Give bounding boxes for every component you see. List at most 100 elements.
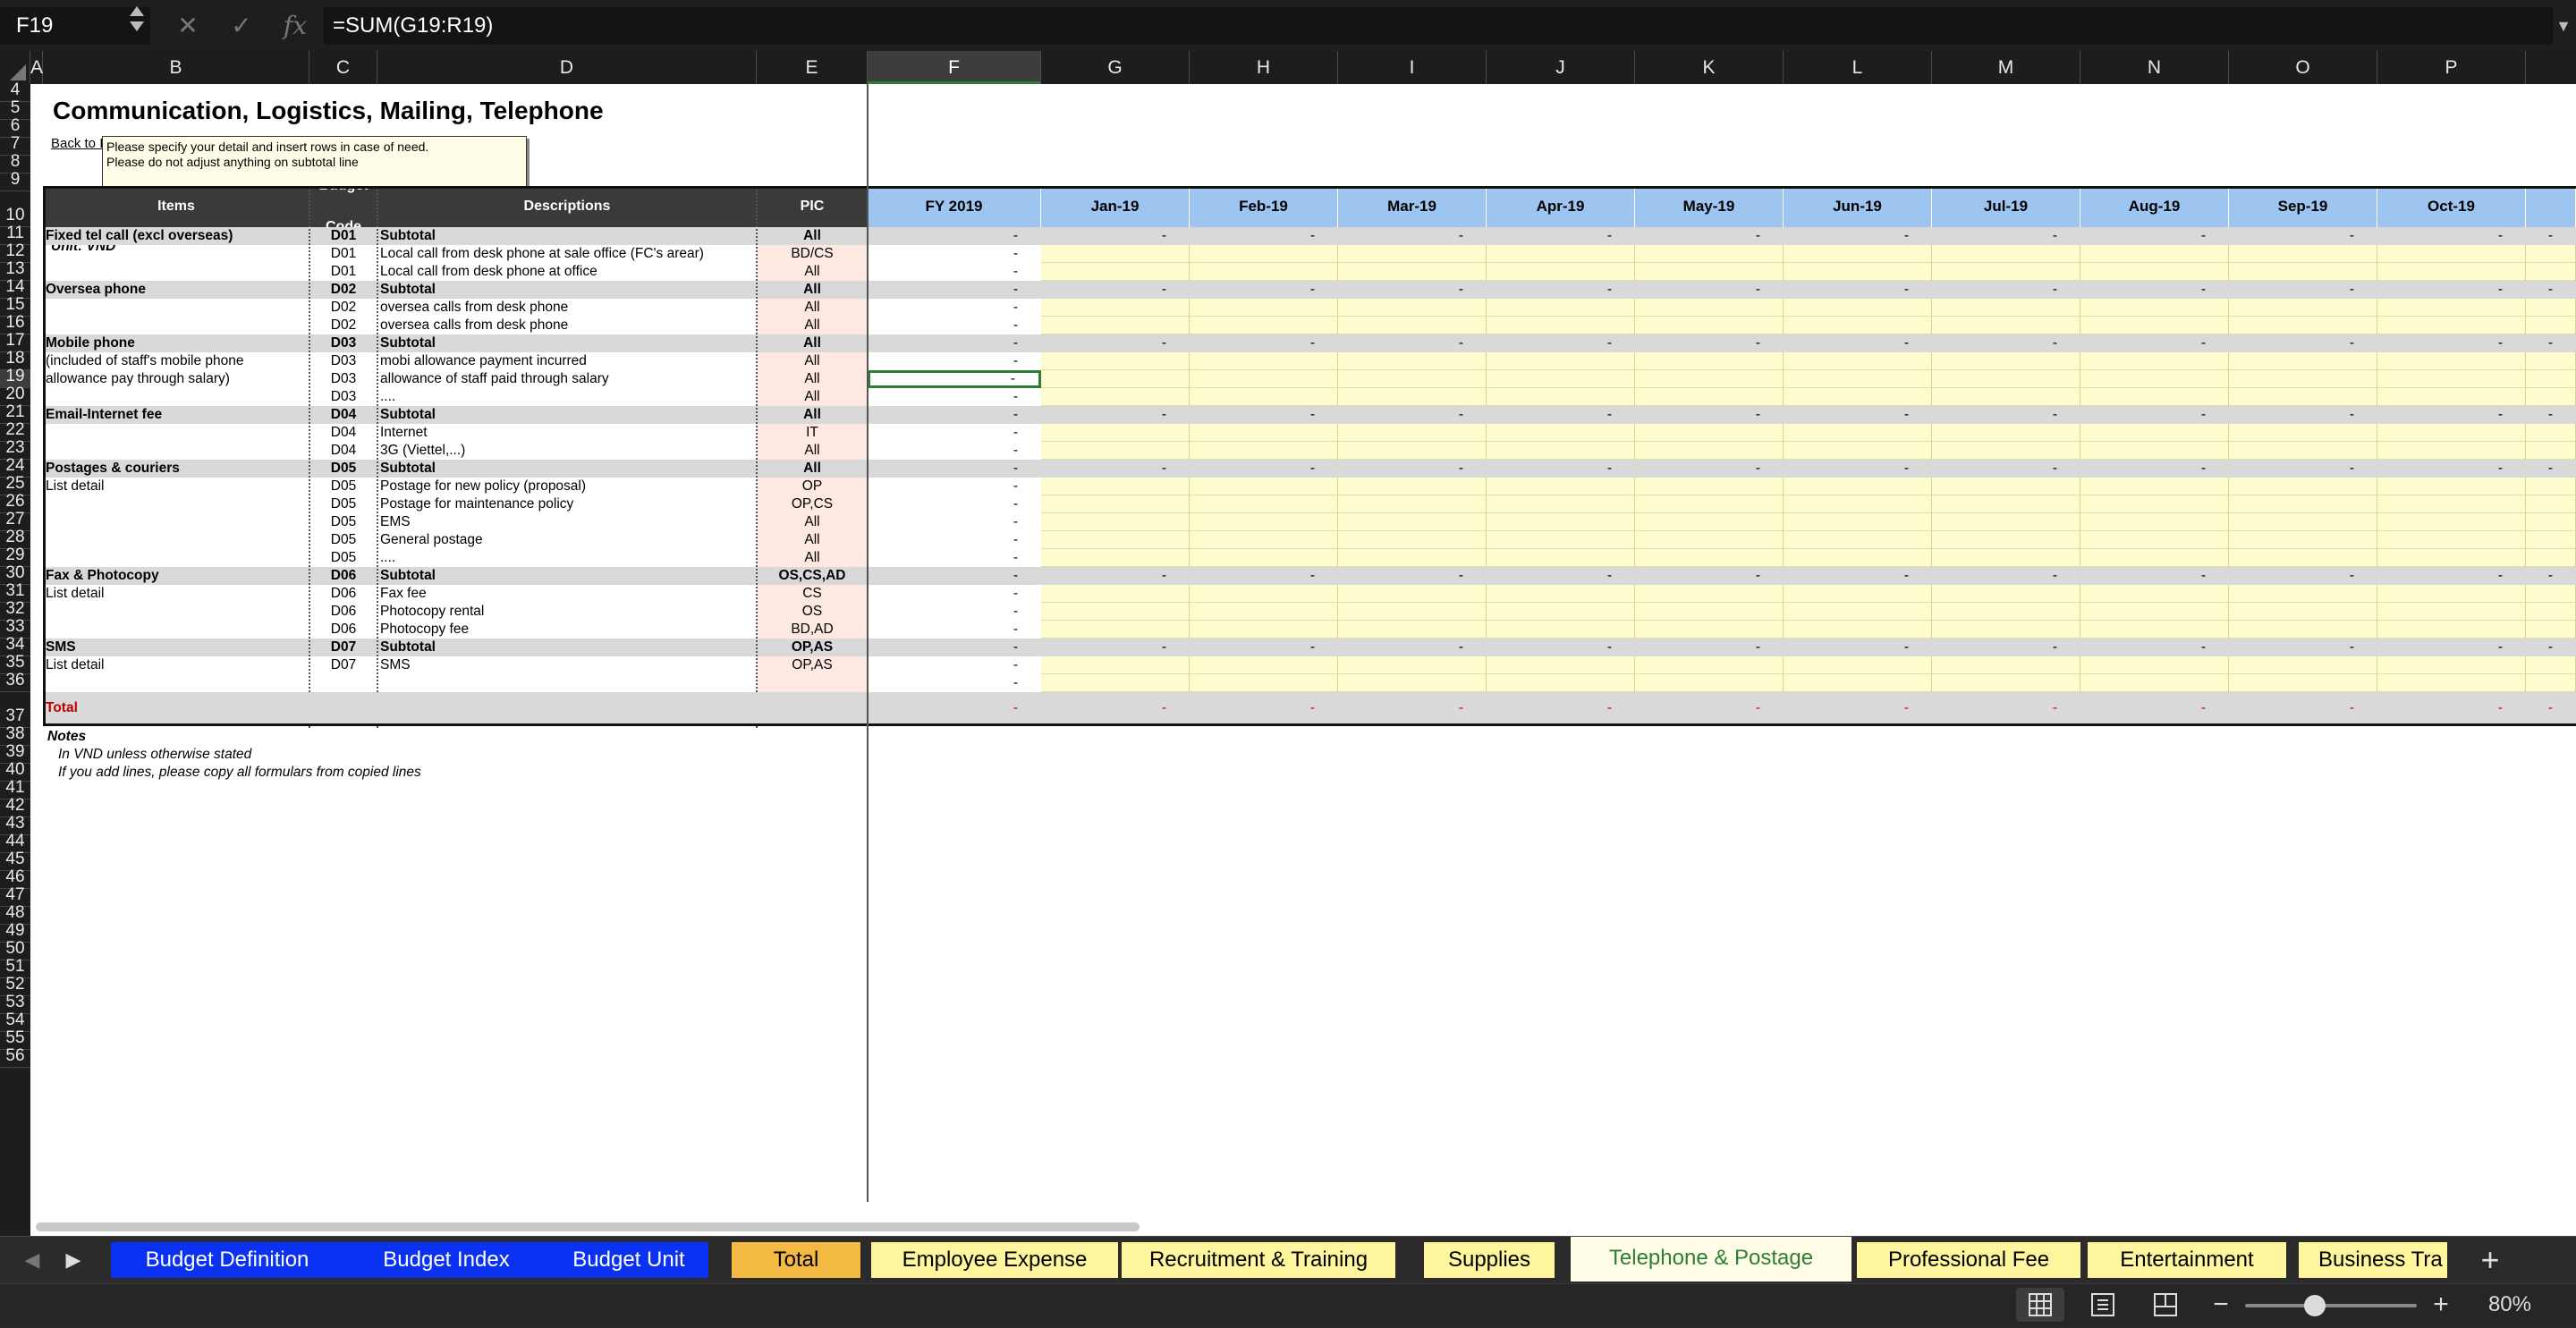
month-input-cell[interactable] — [1784, 263, 1932, 281]
month-input-cell[interactable] — [1784, 352, 1932, 370]
column-header-e[interactable]: E — [757, 51, 868, 84]
month-input-cell[interactable] — [2377, 388, 2526, 406]
pic-cell[interactable]: BD,AD — [757, 621, 868, 639]
description-cell[interactable]: oversea calls from desk phone — [377, 317, 757, 334]
month-subtotal-cell[interactable]: - — [1487, 567, 1635, 585]
month-input-cell[interactable] — [1635, 317, 1784, 334]
column-header-a[interactable]: A — [30, 51, 43, 84]
month-input-cell[interactable] — [2377, 352, 2526, 370]
description-cell[interactable]: SMS — [377, 656, 757, 674]
column-header-j[interactable]: J — [1487, 51, 1635, 84]
month-input-cell[interactable] — [1338, 656, 1487, 674]
fy-cell[interactable]: - — [868, 513, 1041, 531]
month-input-cell[interactable] — [1487, 299, 1635, 317]
month-input-cell[interactable] — [2080, 656, 2229, 674]
description-cell[interactable]: Photocopy rental — [377, 603, 757, 621]
month-input-cell[interactable] — [2526, 352, 2576, 370]
month-input-cell[interactable] — [2526, 674, 2576, 692]
month-input-cell[interactable] — [1487, 603, 1635, 621]
month-input-cell[interactable] — [1190, 674, 1338, 692]
fy-cell[interactable]: - — [868, 567, 1041, 585]
month-input-cell[interactable] — [2377, 245, 2526, 263]
month-input-cell[interactable] — [1932, 549, 2080, 567]
item-cell[interactable] — [43, 299, 309, 317]
month-input-cell[interactable] — [2526, 370, 2576, 388]
item-cell[interactable]: allowance pay through salary) — [43, 370, 309, 388]
month-subtotal-cell[interactable]: - — [2377, 227, 2526, 245]
month-input-cell[interactable] — [1338, 352, 1487, 370]
description-cell[interactable]: mobi allowance payment incurred — [377, 352, 757, 370]
month-subtotal-cell[interactable]: - — [2526, 281, 2576, 299]
description-cell[interactable]: Postage for new policy (proposal) — [377, 478, 757, 495]
fy-cell[interactable]: - — [868, 245, 1041, 263]
fy-cell[interactable]: - — [868, 585, 1041, 603]
month-input-cell[interactable] — [1784, 656, 1932, 674]
month-input-cell[interactable] — [2377, 495, 2526, 513]
month-input-cell[interactable] — [1190, 388, 1338, 406]
month-input-cell[interactable] — [1487, 621, 1635, 639]
month-input-cell[interactable] — [1635, 549, 1784, 567]
item-cell[interactable] — [43, 513, 309, 531]
pic-cell[interactable]: All — [757, 299, 868, 317]
pic-cell[interactable]: OP — [757, 478, 868, 495]
month-input-cell[interactable] — [1635, 245, 1784, 263]
month-input-cell[interactable] — [1190, 513, 1338, 531]
column-header-o[interactable]: O — [2229, 51, 2377, 84]
description-cell[interactable]: Internet — [377, 424, 757, 442]
month-input-cell[interactable] — [1932, 531, 2080, 549]
month-input-cell[interactable] — [1932, 656, 2080, 674]
month-subtotal-cell[interactable]: - — [1041, 227, 1190, 245]
fy-cell[interactable]: - — [868, 352, 1041, 370]
sheet-tab[interactable]: Recruitment & Training — [1122, 1242, 1395, 1278]
month-input-cell[interactable] — [2229, 370, 2377, 388]
month-input-cell[interactable] — [1487, 478, 1635, 495]
row-header-10[interactable]: 10 — [0, 191, 30, 227]
month-input-cell[interactable] — [1041, 603, 1190, 621]
month-subtotal-cell[interactable]: - — [1635, 567, 1784, 585]
month-input-cell[interactable] — [1041, 317, 1190, 334]
pic-cell[interactable]: OP,AS — [757, 656, 868, 674]
item-cell[interactable]: Oversea phone — [43, 281, 309, 299]
month-input-cell[interactable] — [1784, 513, 1932, 531]
month-input-cell[interactable] — [2377, 585, 2526, 603]
month-input-cell[interactable] — [2526, 317, 2576, 334]
pic-cell[interactable]: All — [757, 227, 868, 245]
fy-cell[interactable]: - — [868, 531, 1041, 549]
month-input-cell[interactable] — [2229, 513, 2377, 531]
month-input-cell[interactable] — [1190, 531, 1338, 549]
description-cell[interactable]: Subtotal — [377, 281, 757, 299]
month-input-cell[interactable] — [1635, 442, 1784, 460]
month-input-cell[interactable] — [1041, 424, 1190, 442]
pic-cell[interactable]: OS — [757, 603, 868, 621]
month-input-cell[interactable] — [1635, 352, 1784, 370]
month-input-cell[interactable] — [1487, 352, 1635, 370]
month-input-cell[interactable] — [2526, 585, 2576, 603]
month-subtotal-cell[interactable]: - — [1487, 227, 1635, 245]
month-input-cell[interactable] — [1932, 603, 2080, 621]
month-input-cell[interactable] — [1338, 531, 1487, 549]
pic-cell[interactable]: All — [757, 370, 868, 388]
month-input-cell[interactable] — [1338, 388, 1487, 406]
month-subtotal-cell[interactable]: - — [2229, 281, 2377, 299]
month-subtotal-cell[interactable]: - — [1487, 639, 1635, 656]
month-input-cell[interactable] — [1190, 317, 1338, 334]
month-subtotal-cell[interactable]: - — [2526, 567, 2576, 585]
month-input-cell[interactable] — [2377, 549, 2526, 567]
month-input-cell[interactable] — [1190, 478, 1338, 495]
month-input-cell[interactable] — [2229, 478, 2377, 495]
month-input-cell[interactable] — [1487, 585, 1635, 603]
total-month-cell[interactable]: - — [2229, 692, 2377, 724]
row-header-56[interactable]: 56 — [0, 1046, 30, 1068]
month-input-cell[interactable] — [1190, 656, 1338, 674]
month-input-cell[interactable] — [2526, 656, 2576, 674]
month-input-cell[interactable] — [1487, 245, 1635, 263]
month-input-cell[interactable] — [2229, 495, 2377, 513]
month-input-cell[interactable] — [1041, 656, 1190, 674]
month-input-cell[interactable] — [2080, 621, 2229, 639]
month-input-cell[interactable] — [1041, 299, 1190, 317]
month-input-cell[interactable] — [1190, 424, 1338, 442]
item-cell[interactable] — [43, 495, 309, 513]
budget-code-cell[interactable]: D02 — [309, 317, 377, 334]
month-input-cell[interactable] — [1190, 442, 1338, 460]
month-input-cell[interactable] — [1635, 656, 1784, 674]
